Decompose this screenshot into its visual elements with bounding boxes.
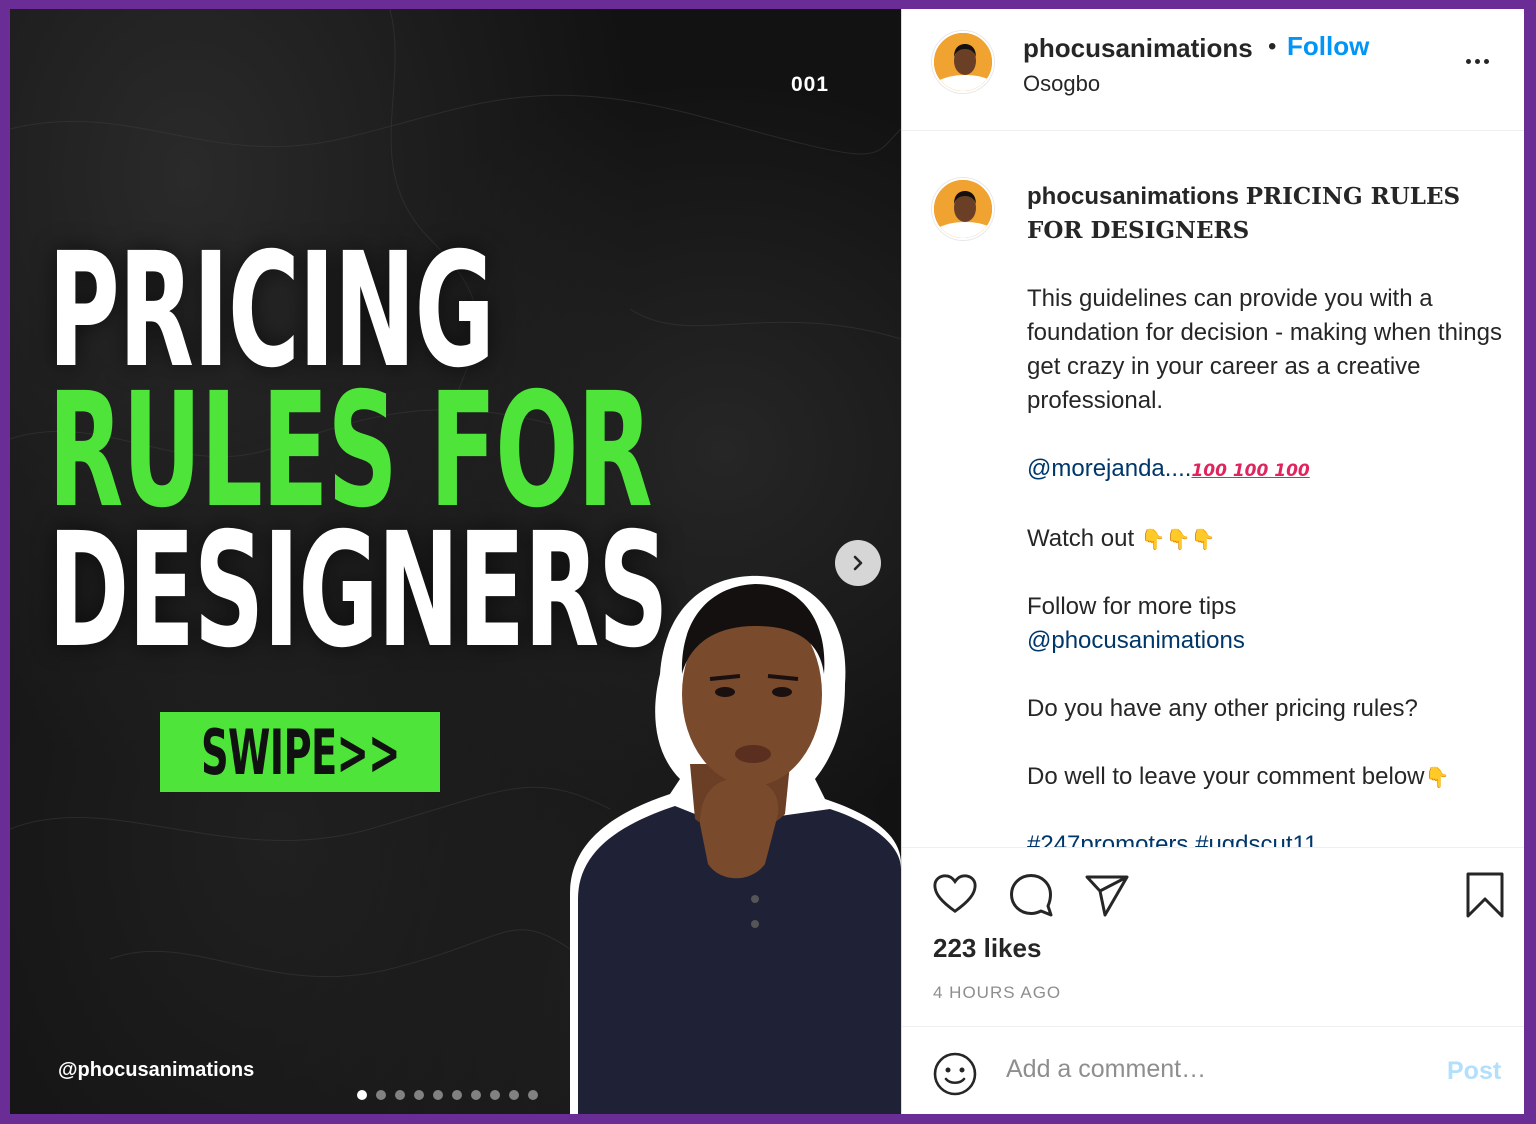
post-media[interactable]: 001 PRICING RULES FOR DESIGNERS SWIPE>> xyxy=(10,9,901,1114)
share-icon[interactable] xyxy=(1084,874,1130,918)
question-line: Do you have any other pricing rules? xyxy=(1027,695,1418,722)
post-timestamp[interactable]: 4 HOURS AGO xyxy=(933,983,1061,1003)
mention-link[interactable]: @phocusanimations xyxy=(1027,627,1245,654)
action-bar: 223 likes 4 HOURS AGO xyxy=(902,847,1524,1027)
post-modal: 001 PRICING RULES FOR DESIGNERS SWIPE>> xyxy=(10,9,1524,1114)
caption-text: phocusanimations PRICING RULES FOR DESIG… xyxy=(1027,180,1507,847)
carousel-dot[interactable] xyxy=(433,1090,443,1100)
comment-cta-text: Do well to leave your comment below xyxy=(1027,763,1425,790)
heart-icon[interactable] xyxy=(932,872,978,916)
post-comment-button[interactable]: Post xyxy=(1447,1057,1501,1086)
follow-button[interactable]: Follow xyxy=(1287,31,1369,62)
carousel-dots xyxy=(357,1090,538,1100)
hundred-emoji: 100 100 100 xyxy=(1191,461,1310,481)
post-header: phocusanimations • Follow Osogbo xyxy=(902,9,1524,131)
caption-mention-line: @morejanda....100 100 100 xyxy=(1027,452,1507,488)
avatar[interactable] xyxy=(932,31,994,93)
follow-line: Follow for more tips @phocusanimations xyxy=(1027,590,1507,658)
comment-cta-line: Do well to leave your comment below👇 xyxy=(1027,760,1507,794)
more-icon[interactable] xyxy=(1466,59,1489,64)
carousel-dot[interactable] xyxy=(509,1090,519,1100)
caption-username[interactable]: phocusanimations xyxy=(1027,183,1239,210)
caption-area[interactable]: phocusanimations PRICING RULES FOR DESIG… xyxy=(902,132,1524,847)
carousel-dot[interactable] xyxy=(357,1090,367,1100)
chevron-right-icon xyxy=(853,555,863,571)
header-separator: • xyxy=(1268,33,1277,60)
comment-icon[interactable] xyxy=(1008,872,1054,918)
next-slide-button[interactable] xyxy=(835,540,881,586)
bookmark-icon[interactable] xyxy=(1465,871,1505,919)
likes-count[interactable]: 223 likes xyxy=(933,933,1041,964)
header-location[interactable]: Osogbo xyxy=(1023,71,1100,97)
carousel-dot[interactable] xyxy=(490,1090,500,1100)
carousel-dot[interactable] xyxy=(414,1090,424,1100)
carousel-dot[interactable] xyxy=(471,1090,481,1100)
avatar-image xyxy=(934,33,992,91)
mention-link[interactable]: @morejanda.... xyxy=(1027,455,1191,482)
swipe-badge: SWIPE>> xyxy=(160,712,440,792)
carousel-dot[interactable] xyxy=(528,1090,538,1100)
carousel-dot[interactable] xyxy=(452,1090,462,1100)
avatar-image xyxy=(934,180,992,238)
watch-out-line: Watch out 👇👇👇 xyxy=(1027,522,1507,556)
pointing-down-icon: 👇 xyxy=(1424,765,1450,789)
header-username[interactable]: phocusanimations xyxy=(1023,33,1253,64)
follow-text: Follow for more tips xyxy=(1027,593,1237,620)
slide-number: 001 xyxy=(791,73,830,96)
comment-bar: Post xyxy=(902,1026,1524,1114)
swipe-label: SWIPE>> xyxy=(200,715,401,789)
caption-paragraph: This guidelines can provide you with a f… xyxy=(1027,285,1502,414)
watermark-handle: @phocusanimations xyxy=(58,1059,255,1081)
watch-out-text: Watch out xyxy=(1027,525,1135,552)
carousel-dot[interactable] xyxy=(376,1090,386,1100)
carousel-dot[interactable] xyxy=(395,1090,405,1100)
person-image xyxy=(570,575,901,1114)
avatar[interactable] xyxy=(932,178,994,240)
pointing-down-icon: 👇👇👇 xyxy=(1140,527,1216,551)
emoji-icon[interactable] xyxy=(932,1051,978,1097)
comment-input[interactable] xyxy=(1006,1055,1426,1084)
hashtags[interactable]: #247promoters #ugdscut11 xyxy=(1027,828,1507,847)
post-sidebar: phocusanimations • Follow Osogbo phocusa… xyxy=(901,9,1524,1114)
